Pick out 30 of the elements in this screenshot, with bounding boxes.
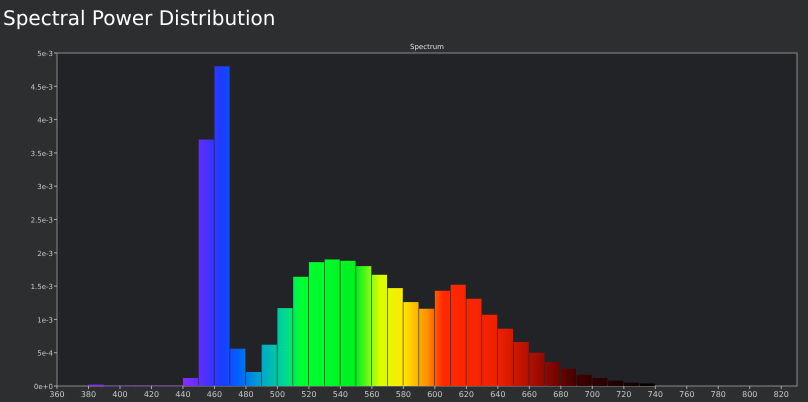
x-tick-label: 520 <box>301 390 317 399</box>
x-tick-label: 580 <box>396 390 412 399</box>
x-tick-label: 540 <box>332 390 348 399</box>
x-tick-label: 500 <box>270 390 286 399</box>
x-tick-label: 400 <box>112 390 128 399</box>
x-tick-label: 760 <box>679 390 694 399</box>
x-tick-label: 720 <box>616 390 632 399</box>
x-tick-label: 560 <box>364 390 380 399</box>
x-tick-label: 700 <box>584 390 600 399</box>
x-tick-label: 360 <box>49 390 65 399</box>
spectrum-bar <box>482 314 498 386</box>
spectrum-bar <box>545 362 560 386</box>
x-tick-label: 380 <box>80 390 96 399</box>
x-tick-label: 420 <box>144 390 160 399</box>
x-tick-label: 640 <box>490 390 506 399</box>
spectrum-bar <box>514 342 529 386</box>
x-tick-label: 600 <box>427 390 443 399</box>
x-tick-label: 820 <box>774 390 789 399</box>
x-tick-label: 660 <box>522 390 537 399</box>
x-tick-label: 800 <box>742 390 758 399</box>
x-tick-label: 440 <box>175 390 191 399</box>
page-title: Spectral Power Distribution <box>2 5 276 32</box>
x-tick-label: 780 <box>710 390 726 399</box>
x-tick-label: 620 <box>458 390 474 399</box>
x-tick-label: 480 <box>238 390 254 399</box>
spectrum-bar <box>498 328 513 386</box>
spectrum-bar <box>529 352 544 386</box>
x-tick-label: 740 <box>648 390 663 399</box>
x-tick-label: 460 <box>206 390 222 399</box>
x-tick-label: 680 <box>553 390 568 399</box>
